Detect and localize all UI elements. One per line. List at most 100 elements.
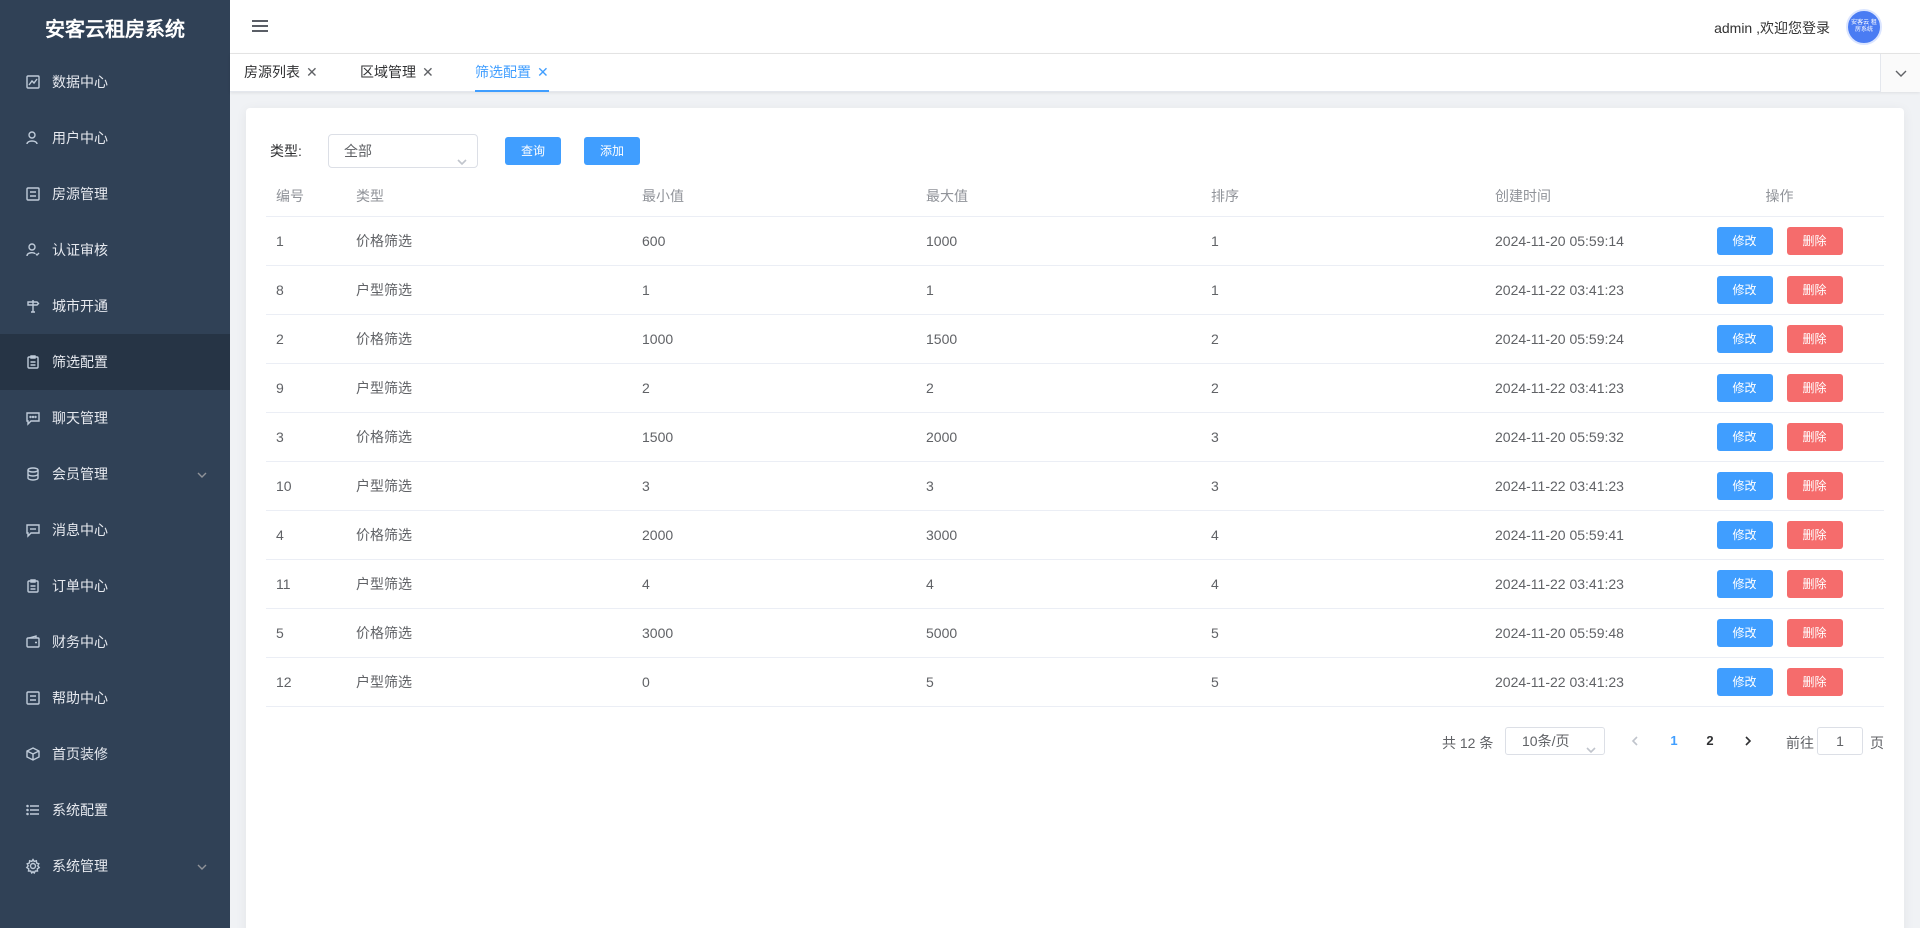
chevron-right-icon [1745,736,1752,746]
sidebar-item-5[interactable]: 筛选配置 [0,334,230,390]
sidebar-item-label: 城市开通 [52,298,108,314]
sidebar-item-4[interactable]: 城市开通 [0,278,230,334]
sidebar-item-label: 系统配置 [52,802,108,818]
sidebar-item-2[interactable]: 房源管理 [0,166,230,222]
edit-button[interactable]: 修改 [1716,569,1773,598]
cell-actions: 修改 删除 [1675,461,1884,511]
table-row: 12 户型筛选 0 5 5 2024-11-22 03:41:23 修改 删除 [266,657,1884,707]
cell-type: 户型筛选 [346,363,632,413]
sidebar-item-3[interactable]: 认证审核 [0,222,230,278]
chevron-down-icon [1586,737,1596,754]
cell-id: 11 [266,559,346,609]
sidebar-item-label: 会员管理 [52,466,108,482]
header-id: 编号 [266,176,346,217]
filter-bar: 类型: 全部 查询 添加 [270,134,640,168]
cell-type: 户型筛选 [346,657,632,707]
cell-min: 600 [632,216,916,266]
close-icon[interactable]: ✕ [306,64,318,80]
header-min: 最小值 [632,176,916,217]
cell-type: 价格筛选 [346,412,632,462]
header-actions: 操作 [1675,176,1884,217]
query-button[interactable]: 查询 [505,137,561,165]
page-size-select[interactable]: 10条/页 [1505,727,1605,755]
cell-min: 2000 [632,510,916,560]
sidebar-item-14[interactable]: 系统管理 [0,838,230,894]
sidebar-item-label: 系统管理 [52,858,108,874]
tab-filter-config[interactable]: 筛选配置 ✕ [475,54,549,92]
sidebar-item-10[interactable]: 财务中心 [0,614,230,670]
sidebar-item-label: 房源管理 [52,186,108,202]
cell-type: 户型筛选 [346,461,632,511]
sidebar-item-1[interactable]: 用户中心 [0,110,230,166]
main-card: 类型: 全部 查询 添加 编号 类型 最小值 最大值 排序 创建时间 操作 1 价… [246,108,1904,928]
sidebar-item-13[interactable]: 系统配置 [0,782,230,838]
clipboard-icon [24,353,42,371]
page-size-value: 10条/页 [1522,733,1570,749]
sidebar-item-8[interactable]: 消息中心 [0,502,230,558]
sidebar-item-11[interactable]: 帮助中心 [0,670,230,726]
next-page-button[interactable] [1733,727,1763,755]
page-number[interactable]: 2 [1695,727,1725,755]
cell-max: 2000 [916,412,1201,462]
delete-button[interactable]: 删除 [1786,618,1843,647]
delete-button[interactable]: 删除 [1786,520,1843,549]
edit-button[interactable]: 修改 [1716,667,1773,696]
delete-button[interactable]: 删除 [1786,569,1843,598]
cell-sort: 2 [1201,363,1485,413]
hamburger-icon[interactable] [252,17,272,37]
close-icon[interactable]: ✕ [537,64,549,80]
cell-actions: 修改 删除 [1675,363,1884,413]
sidebar-item-6[interactable]: 聊天管理 [0,390,230,446]
cell-min: 1500 [632,412,916,462]
edit-button[interactable]: 修改 [1716,226,1773,255]
delete-button[interactable]: 删除 [1786,275,1843,304]
edit-button[interactable]: 修改 [1716,275,1773,304]
delete-button[interactable]: 删除 [1786,471,1843,500]
pagination-total: 共 12 条 [1442,735,1494,751]
edit-button[interactable]: 修改 [1716,373,1773,402]
tab-house-list[interactable]: 房源列表 ✕ [244,54,318,92]
sidebar-item-7[interactable]: 会员管理 [0,446,230,502]
header-max: 最大值 [916,176,1201,217]
sidebar-item-label: 财务中心 [52,634,108,650]
delete-button[interactable]: 删除 [1786,226,1843,255]
edit-button[interactable]: 修改 [1716,324,1773,353]
type-select[interactable]: 全部 [328,134,478,168]
sidebar-item-12[interactable]: 首页装修 [0,726,230,782]
edit-button[interactable]: 修改 [1716,618,1773,647]
sidebar-item-9[interactable]: 订单中心 [0,558,230,614]
tabs-dropdown-button[interactable] [1880,54,1920,92]
tab-region-manage[interactable]: 区域管理 ✕ [360,54,434,92]
tab-label: 筛选配置 [475,64,531,80]
sidebar-item-label: 用户中心 [52,130,108,146]
cell-min: 0 [632,657,916,707]
cell-sort: 5 [1201,608,1485,658]
cell-id: 9 [266,363,346,413]
type-filter-label: 类型: [270,143,302,159]
cell-type: 户型筛选 [346,265,632,315]
page-number-current[interactable]: 1 [1659,727,1689,755]
edit-button[interactable]: 修改 [1716,471,1773,500]
cell-created: 2024-11-20 05:59:48 [1485,608,1675,658]
prev-page-button[interactable] [1620,727,1650,755]
tabs-bar: 房源列表 ✕ 区域管理 ✕ 筛选配置 ✕ [230,54,1920,92]
delete-button[interactable]: 删除 [1786,373,1843,402]
delete-button[interactable]: 删除 [1786,422,1843,451]
sidebar-item-0[interactable]: 数据中心 [0,54,230,110]
avatar[interactable]: 安客云 租房系统 [1846,9,1882,45]
table-header-row: 编号 类型 最小值 最大值 排序 创建时间 操作 [266,176,1884,217]
edit-button[interactable]: 修改 [1716,422,1773,451]
cell-min: 3000 [632,608,916,658]
chevron-down-icon [1895,70,1906,77]
close-icon[interactable]: ✕ [422,64,434,80]
delete-button[interactable]: 删除 [1786,667,1843,696]
add-button[interactable]: 添加 [584,137,640,165]
table-row: 2 价格筛选 1000 1500 2 2024-11-20 05:59:24 修改 删除 [266,314,1884,364]
wallet-icon [24,633,42,651]
goto-page-input[interactable] [1817,727,1863,755]
delete-button[interactable]: 删除 [1786,324,1843,353]
cell-sort: 4 [1201,559,1485,609]
sidebar-item-label: 聊天管理 [52,410,108,426]
cell-type: 户型筛选 [346,559,632,609]
edit-button[interactable]: 修改 [1716,520,1773,549]
